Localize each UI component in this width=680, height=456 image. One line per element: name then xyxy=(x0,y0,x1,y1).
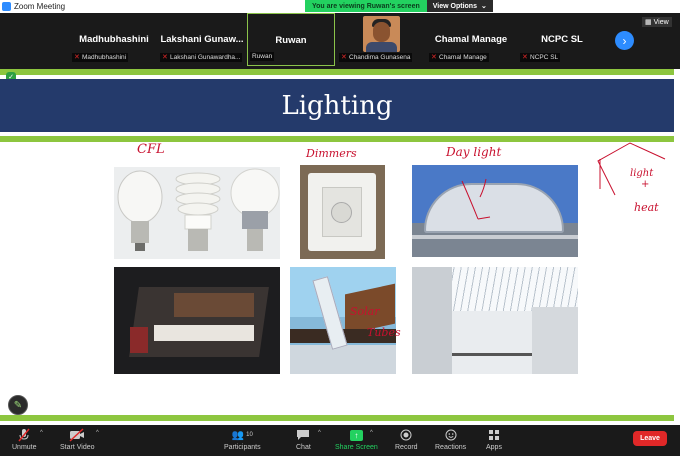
view-options-label: View Options xyxy=(432,2,477,10)
participant-name: Chamal Manage xyxy=(434,34,508,45)
participant-name: Madhubhashini xyxy=(79,34,149,45)
muted-mic-icon: ✕ xyxy=(162,54,168,61)
slide-bottom-bar xyxy=(0,415,674,421)
annotation-cfl: CFL xyxy=(137,142,165,157)
share-banner: You are viewing Ruwan's screen View Opti… xyxy=(305,0,493,12)
participant-label: ✕ Madhubhashini xyxy=(72,53,129,62)
leave-button[interactable]: Leave xyxy=(633,431,667,446)
participant-label: ✕ NCPC SL xyxy=(520,53,561,62)
pen-icon: ✎ xyxy=(13,399,23,411)
muted-mic-icon: ✕ xyxy=(522,54,528,61)
muted-microphone-icon xyxy=(17,428,31,442)
participant-video xyxy=(363,16,400,52)
participant-gallery: Madhubhashini ✕ Madhubhashini Lakshani Gu… xyxy=(0,13,680,69)
muted-mic-icon: ✕ xyxy=(74,54,80,61)
reactions-button[interactable]: Reactions xyxy=(435,428,466,451)
meeting-toolbar: Unmute ^ Start Video ^ 👥 10 Participants… xyxy=(0,425,680,456)
annotation-day-light: Day light xyxy=(446,145,502,159)
slide-divider xyxy=(0,136,674,142)
annotation-dimmers: Dimmers xyxy=(306,147,357,160)
record-button[interactable]: Record xyxy=(395,428,418,451)
start-video-button[interactable]: Start Video xyxy=(60,428,95,451)
participant-label: Ruwan xyxy=(250,52,275,61)
dimmer-switch-image xyxy=(300,165,385,259)
light-bulbs-image xyxy=(114,167,280,259)
annotation-heat: heat xyxy=(634,201,659,214)
record-icon xyxy=(400,428,412,442)
participant-name: Ruwan xyxy=(275,35,307,46)
chevron-down-icon: ⌄ xyxy=(480,3,487,10)
participant-tile[interactable]: Lakshani Gunaw... ✕ Lakshani Gunawardha..… xyxy=(158,13,246,66)
participants-icon: 👥 xyxy=(231,429,245,441)
shared-screen: ✓ Lighting CFL Dimmers Day light light +… xyxy=(0,69,680,425)
muted-mic-icon: ✕ xyxy=(431,54,437,61)
participants-count: 10 xyxy=(246,432,253,438)
apps-grid-icon xyxy=(488,428,500,442)
solar-tube-image xyxy=(290,267,396,374)
view-options-button[interactable]: View Options ⌄ xyxy=(426,0,493,12)
annotation-light: light xyxy=(630,168,654,179)
window-title: Zoom Meeting xyxy=(14,2,66,11)
participant-tile-active[interactable]: Ruwan Ruwan xyxy=(247,13,335,66)
video-options-caret[interactable]: ^ xyxy=(96,430,99,436)
glass-roof-atrium-image xyxy=(412,267,578,374)
grid-icon: ▦ xyxy=(645,19,652,26)
chevron-right-icon: › xyxy=(622,33,627,48)
next-page-button[interactable]: › xyxy=(615,31,634,50)
participant-tile-video[interactable]: ✕ Chandima Gunasena xyxy=(337,13,425,66)
annotation-solar: Solar xyxy=(350,305,380,318)
annotate-pen-button[interactable]: ✎ xyxy=(8,395,28,415)
participant-tile[interactable]: Madhubhashini ✕ Madhubhashini xyxy=(70,13,158,66)
video-off-icon xyxy=(69,428,85,442)
participant-name: Lakshani Gunaw... xyxy=(160,34,244,45)
participant-name: NCPC SL xyxy=(541,34,583,45)
participant-label: ✕ Lakshani Gunawardha... xyxy=(160,53,243,62)
participant-tile[interactable]: NCPC SL ✕ NCPC SL xyxy=(518,13,606,66)
muted-mic-icon: ✕ xyxy=(341,54,347,61)
interior-room-image xyxy=(114,267,280,374)
chat-options-caret[interactable]: ^ xyxy=(318,430,321,436)
slide-top-bar xyxy=(0,69,674,75)
participant-tile[interactable]: Chamal Manage ✕ Chamal Manage xyxy=(427,13,515,66)
skylight-dome-image xyxy=(412,165,578,257)
unmute-button[interactable]: Unmute xyxy=(12,428,37,451)
annotation-plus: + xyxy=(641,179,650,190)
audio-options-caret[interactable]: ^ xyxy=(40,430,43,436)
annotation-tubes: Tubes xyxy=(367,326,401,339)
share-screen-icon: ↑ xyxy=(349,428,363,442)
apps-button[interactable]: Apps xyxy=(486,428,502,451)
view-button-label: View xyxy=(653,18,669,26)
participant-label: ✕ Chamal Manage xyxy=(429,53,489,62)
share-options-caret[interactable]: ^ xyxy=(370,430,373,436)
share-banner-message: You are viewing Ruwan's screen xyxy=(305,0,427,12)
zoom-logo-icon xyxy=(2,2,11,11)
gallery-view-button[interactable]: ▦ View xyxy=(642,17,672,27)
chat-bubble-icon xyxy=(296,428,310,442)
participant-label: ✕ Chandima Gunasena xyxy=(339,53,413,62)
participants-button[interactable]: 👥 10 Participants xyxy=(224,428,261,452)
smiley-icon xyxy=(445,428,457,442)
slide-title: Lighting xyxy=(0,79,674,132)
chat-button[interactable]: Chat xyxy=(296,428,311,451)
